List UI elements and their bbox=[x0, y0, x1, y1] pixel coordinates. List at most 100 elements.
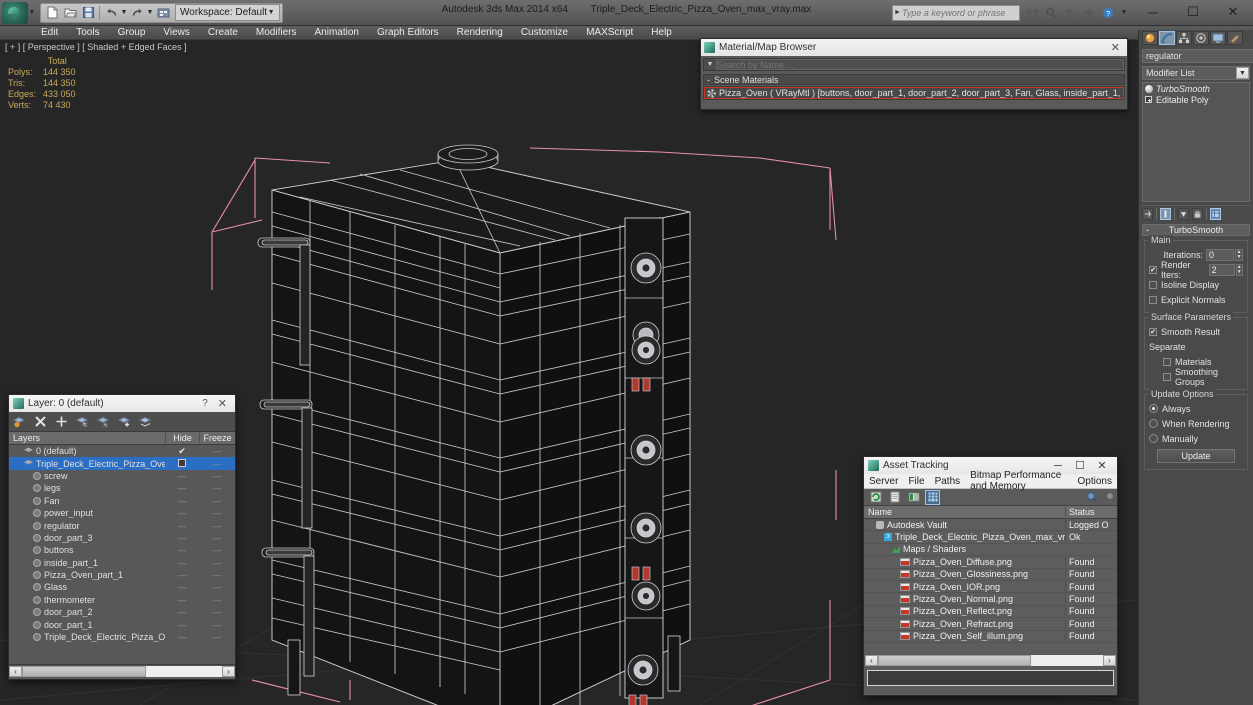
always-row[interactable]: Always bbox=[1149, 402, 1243, 415]
layer-hide-cell[interactable]: ✔ bbox=[165, 446, 199, 457]
render-iters-spinner[interactable]: ▲ ▼ bbox=[1235, 263, 1243, 276]
create-tab[interactable] bbox=[1142, 31, 1158, 45]
modifier-stack-item-editable-poly[interactable]: Editable Poly bbox=[1143, 94, 1249, 105]
render-iters-checkbox[interactable] bbox=[1149, 265, 1157, 274]
layer-freeze-cell[interactable]: — bbox=[199, 607, 235, 617]
asset-row[interactable]: Pizza_Oven_Diffuse.png Found bbox=[864, 556, 1117, 569]
layer-scroll-left-button[interactable]: ‹ bbox=[9, 665, 22, 677]
layer-freeze-cell[interactable]: — bbox=[199, 459, 235, 469]
modifier-stack[interactable]: TurboSmooth Editable Poly bbox=[1142, 82, 1250, 202]
select-highlighted-icon[interactable] bbox=[97, 415, 110, 428]
3dsmax-logo-icon[interactable] bbox=[2, 1, 28, 24]
always-radio[interactable] bbox=[1149, 404, 1158, 413]
asset-menu-server[interactable]: Server bbox=[864, 476, 903, 487]
asset-row[interactable]: Maps / Shaders bbox=[864, 544, 1117, 557]
asset-row[interactable]: Pizza_Oven_Reflect.png Found bbox=[864, 606, 1117, 619]
menu-item-maxscript[interactable]: MAXScript bbox=[577, 26, 642, 40]
menu-item-tools[interactable]: Tools bbox=[67, 26, 108, 40]
asset-row[interactable]: 3Triple_Deck_Electric_Pizza_Oven_max_vra… bbox=[864, 531, 1117, 544]
project-folder-icon[interactable] bbox=[154, 4, 172, 22]
new-layer-icon[interactable] bbox=[13, 415, 26, 428]
manually-radio[interactable] bbox=[1149, 434, 1158, 443]
grid-view-icon[interactable] bbox=[925, 489, 940, 505]
asset-row[interactable]: Pizza_Oven_Normal.png Found bbox=[864, 593, 1117, 606]
menu-item-graph-editors[interactable]: Graph Editors bbox=[368, 26, 448, 40]
utilities-tab[interactable] bbox=[1227, 31, 1243, 45]
layer-freeze-cell[interactable]: — bbox=[199, 533, 235, 543]
chevron-down-icon[interactable]: ▼ bbox=[1236, 67, 1249, 79]
help-icon[interactable]: ? bbox=[1101, 6, 1115, 20]
favorites-star-icon[interactable] bbox=[1082, 6, 1096, 20]
layer-freeze-cell[interactable]: — bbox=[199, 483, 235, 493]
modifier-stack-item-turbosmooth[interactable]: TurboSmooth bbox=[1143, 83, 1249, 94]
render-iters-value[interactable]: 2 bbox=[1208, 263, 1235, 276]
layer-hide-cell[interactable]: — bbox=[165, 483, 199, 493]
layer-row[interactable]: door_part_2 — — bbox=[9, 606, 235, 618]
app-menu-chevron-icon[interactable]: ▼ bbox=[28, 9, 36, 16]
layer-hide-cell[interactable]: — bbox=[165, 570, 199, 580]
isoline-display-checkbox[interactable] bbox=[1149, 280, 1157, 289]
layer-dialog-help-button[interactable]: ? bbox=[196, 398, 214, 409]
menu-item-create[interactable]: Create bbox=[199, 26, 247, 40]
material-search-dropdown-icon[interactable]: ▼ bbox=[704, 61, 716, 68]
material-entry-pizza-oven[interactable]: Pizza_Oven ( VRayMtl ) [buttons, door_pa… bbox=[704, 87, 1124, 99]
asset-path-field[interactable] bbox=[867, 670, 1114, 686]
layer-row[interactable]: Triple_Deck_Electric_Pizza_Oven — bbox=[9, 457, 235, 470]
undo-history-chevron-icon[interactable]: ▼ bbox=[120, 9, 128, 16]
menu-item-animation[interactable]: Animation bbox=[305, 26, 367, 40]
delete-layer-icon[interactable] bbox=[34, 415, 47, 428]
update-button[interactable]: Update bbox=[1157, 449, 1235, 463]
layer-row[interactable]: Fan — — bbox=[9, 495, 235, 507]
layer-row[interactable]: Pizza_Oven_part_1 — — bbox=[9, 569, 235, 581]
layer-freeze-cell[interactable]: — bbox=[199, 595, 235, 605]
redo-history-chevron-icon[interactable]: ▼ bbox=[146, 9, 154, 16]
layer-row[interactable]: door_part_1 — — bbox=[9, 618, 235, 630]
asset-row[interactable]: Autodesk Vault Logged O bbox=[864, 519, 1117, 532]
iterations-value[interactable]: 0 bbox=[1206, 248, 1234, 261]
when-rendering-row[interactable]: When Rendering bbox=[1149, 417, 1243, 430]
binoculars-icon[interactable] bbox=[1025, 6, 1039, 20]
layer-hide-cell[interactable]: — bbox=[165, 471, 199, 481]
material-browser-titlebar[interactable]: Material/Map Browser ✕ bbox=[701, 39, 1127, 56]
modifier-list-dropdown[interactable]: Modifier List ▼ bbox=[1142, 66, 1250, 80]
search-magnifier-icon[interactable] bbox=[1044, 6, 1058, 20]
layer-freeze-cell[interactable]: — bbox=[199, 582, 235, 592]
layer-scroll-thumb[interactable] bbox=[22, 665, 146, 677]
rollout-collapse-icon[interactable]: - bbox=[1146, 225, 1149, 235]
layer-horizontal-scrollbar[interactable]: ‹ › bbox=[9, 664, 235, 677]
layer-hide-cell[interactable]: — bbox=[165, 582, 199, 592]
show-end-result-icon[interactable] bbox=[1160, 208, 1171, 220]
layer-row[interactable]: screw — — bbox=[9, 470, 235, 482]
maximize-button[interactable]: ☐ bbox=[1173, 0, 1213, 24]
asset-menu-bitmap-performance[interactable]: Bitmap Performance and Memory bbox=[965, 470, 1072, 492]
layer-list[interactable]: 0 (default) ✔ — Triple_Deck_Electric_Pizza_… bbox=[9, 445, 235, 664]
asset-row[interactable]: Pizza_Oven_Self_illum.png Found bbox=[864, 631, 1117, 643]
menu-item-rendering[interactable]: Rendering bbox=[448, 26, 512, 40]
layer-row[interactable]: Glass — — bbox=[9, 581, 235, 593]
asset-row[interactable]: Pizza_Oven_Refract.png Found bbox=[864, 618, 1117, 631]
layer-hide-cell[interactable]: — bbox=[165, 521, 199, 531]
manually-row[interactable]: Manually bbox=[1149, 432, 1243, 445]
asset-row[interactable]: Pizza_Oven_Glossiness.png Found bbox=[864, 569, 1117, 581]
display-tab[interactable] bbox=[1210, 31, 1226, 45]
asset-horizontal-scrollbar[interactable]: ‹ › bbox=[864, 654, 1117, 667]
layer-row[interactable]: buttons — — bbox=[9, 544, 235, 556]
asset-tracking-dialog[interactable]: Asset Tracking ─ ☐ ✕ Server File Paths B… bbox=[863, 456, 1118, 696]
object-name-input[interactable] bbox=[1142, 49, 1253, 63]
save-file-icon[interactable] bbox=[79, 4, 97, 22]
vault-logout-icon[interactable] bbox=[1104, 491, 1117, 504]
layer-row[interactable]: door_part_3 — — bbox=[9, 532, 235, 544]
command-panel[interactable]: Modifier List ▼ TurboSmooth Editable Pol… bbox=[1138, 30, 1253, 705]
add-layer-icon[interactable] bbox=[55, 415, 68, 428]
open-file-icon[interactable] bbox=[61, 4, 79, 22]
layer-row[interactable]: regulator — — bbox=[9, 519, 235, 531]
material-search-input[interactable] bbox=[716, 59, 1124, 70]
asset-scroll-left-button[interactable]: ‹ bbox=[865, 655, 878, 666]
layer-freeze-cell[interactable]: — bbox=[199, 446, 235, 456]
smoothing-groups-checkbox[interactable] bbox=[1163, 372, 1171, 381]
smooth-result-checkbox[interactable] bbox=[1149, 327, 1157, 336]
layer-hide-cell[interactable]: — bbox=[165, 496, 199, 506]
remove-modifier-icon[interactable] bbox=[1192, 208, 1203, 220]
isoline-display-row[interactable]: Isoline Display bbox=[1149, 278, 1243, 291]
layer-freeze-cell[interactable]: — bbox=[199, 570, 235, 580]
